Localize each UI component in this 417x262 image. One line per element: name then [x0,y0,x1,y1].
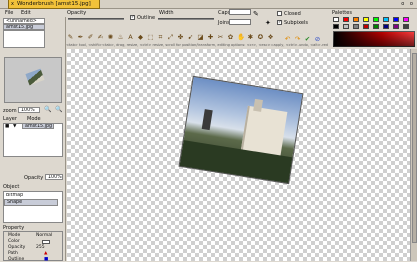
brush-tool-icon[interactable]: ✎ [253,10,259,18]
close-icon[interactable]: x [11,0,14,8]
menu-bar: File Edit [0,9,66,17]
color-swatch[interactable] [353,17,359,22]
mask-icon[interactable]: ✪ [257,33,264,41]
layer-label: Layer [3,116,17,122]
bucket-tool-icon[interactable]: ♨ [117,33,124,41]
canvas-area[interactable] [67,49,410,261]
undo-icon[interactable]: ↶ [284,35,291,43]
window-title: Wonderbrush [amst15.jpg] [17,1,91,7]
menu-edit[interactable]: Edit [21,10,31,16]
vertical-scrollbar[interactable] [410,49,417,261]
clone-tool-icon[interactable]: ✍ [97,33,104,41]
navigator-thumbnail [25,68,45,86]
color-swatch[interactable] [403,24,409,29]
property-row[interactable]: Color [8,239,50,244]
color-gradient-shade [333,31,415,47]
color-swatch[interactable] [373,24,379,29]
navigator-preview[interactable] [4,57,62,103]
color-swatch[interactable] [393,17,399,22]
status-hint: <tab> tool, <shift><tab>, drag, resize, … [66,43,328,47]
brush-tool-icon[interactable]: ✎ [67,33,74,41]
property-row[interactable]: Mode Normal [8,233,52,238]
palette-panel: Palettes [328,9,417,49]
closed-label: Closed [284,11,301,17]
palette-label: Palettes [332,10,352,16]
outline-checkbox[interactable]: ✓ [130,15,135,20]
eraser-tool-icon[interactable]: ✐ [87,33,94,41]
stamp-icon[interactable]: ✿ [227,33,234,41]
scrollbar-thumb[interactable] [412,53,417,243]
property-row[interactable]: Opacity 255 [8,245,45,250]
color-swatch[interactable] [383,17,389,22]
pen-tool-icon[interactable]: ✒ [77,33,84,41]
hand-icon[interactable]: ✋ [237,33,245,41]
color-swatch[interactable] [343,24,349,29]
guides-icon[interactable]: ✚ [207,33,214,41]
color-swatch[interactable] [353,24,359,29]
opacity-slider[interactable] [68,18,124,20]
zoom-window-icon[interactable]: o o [401,1,415,7]
zoom-in-icon[interactable]: 🔍 [55,106,62,113]
color-swatch[interactable] [363,17,369,22]
width-slider[interactable] [158,18,214,20]
action-icons: ↶ ↷ ✔ ⊘ [284,35,321,43]
favorite-icon[interactable]: ❖ [267,33,274,41]
redo-icon[interactable]: ↷ [294,35,301,43]
joins-label: Joins [218,20,230,26]
color-swatch[interactable] [333,17,339,22]
closed-checkbox[interactable] [277,11,282,16]
color-swatch[interactable] [403,17,409,22]
layer-item[interactable]: amst15.jpg [22,123,54,129]
left-panel: <unnamed> amst15.jpg zoom 100% 🔍 🔍 Layer… [0,17,66,262]
width-label: Width [159,10,174,16]
confirm-icon[interactable]: ✔ [304,35,311,43]
color-swatch[interactable] [343,17,349,22]
church-tower-image [201,109,213,131]
object-label: Object [3,184,20,190]
layer-opacity-field[interactable]: 100% [45,174,63,180]
color-swatch[interactable] [333,24,339,29]
zoom-label: zoom [3,108,17,114]
zoom-out-icon[interactable]: 🔍 [44,106,51,113]
joins-select[interactable] [229,19,251,25]
color-swatch[interactable] [363,24,369,29]
cancel-icon[interactable]: ⊘ [314,35,321,43]
crop-tool-icon[interactable]: ⌗ [157,33,164,41]
canvas-list[interactable] [3,30,45,48]
layer-mode-icon[interactable]: ▼ [13,124,16,129]
picker-tool-icon[interactable]: ✤ [177,33,184,41]
caps-select[interactable] [229,9,251,15]
mode-label: Mode [27,116,41,122]
menu-file[interactable]: File [5,10,13,16]
blur-tool-icon[interactable]: ✺ [107,33,114,41]
property-row[interactable]: Path ▲ [8,251,47,256]
object-item[interactable]: Shape [4,199,58,206]
property-row[interactable]: Outline ■ [8,257,48,262]
tool-options-bar: Opacity ✓ Outline Width Caps Joins ✎ Clo… [66,9,328,49]
transform-tool-icon[interactable]: ⤢ [167,33,174,41]
pick-objects-icon[interactable]: ➹ [187,33,194,41]
layer-visible-icon[interactable]: ■ [5,124,9,129]
color-swatch[interactable] [373,17,379,22]
path-tool-icon[interactable]: ✦ [265,19,271,27]
property-list: Mode Normal Color Opacity 255 Path ▲ Outlin… [3,231,63,262]
shape-tool-icon[interactable]: ◆ [137,33,144,41]
outline-label: Outline [137,15,156,21]
lasso-icon[interactable]: ✂ [217,33,224,41]
select-tool-icon[interactable]: ⬚ [147,33,154,41]
color-swatch[interactable] [393,24,399,29]
opacity-label: Opacity [24,175,44,181]
tool-icons: ✎ ✒ ✐ ✍ ✺ ♨ A ◆ ⬚ ⌗ ⤢ ✤ ➹ ◪ ✚ ✂ ✿ ✋ ✱ ✪ … [67,33,274,41]
text-tool-icon[interactable]: A [127,33,134,41]
photo-layer[interactable] [178,75,304,185]
subpixels-label: Subpixels [284,20,308,26]
opacity-label: Opacity [67,10,87,16]
zoom-field[interactable]: 100% [18,107,40,113]
star-icon[interactable]: ✱ [247,33,254,41]
edit-gradient-icon[interactable]: ◪ [197,33,204,41]
color-swatch[interactable] [383,24,389,29]
subpixels-checkbox[interactable]: ✓ [277,20,282,25]
window-title-tab[interactable]: x Wonderbrush [amst15.jpg] [8,0,100,9]
